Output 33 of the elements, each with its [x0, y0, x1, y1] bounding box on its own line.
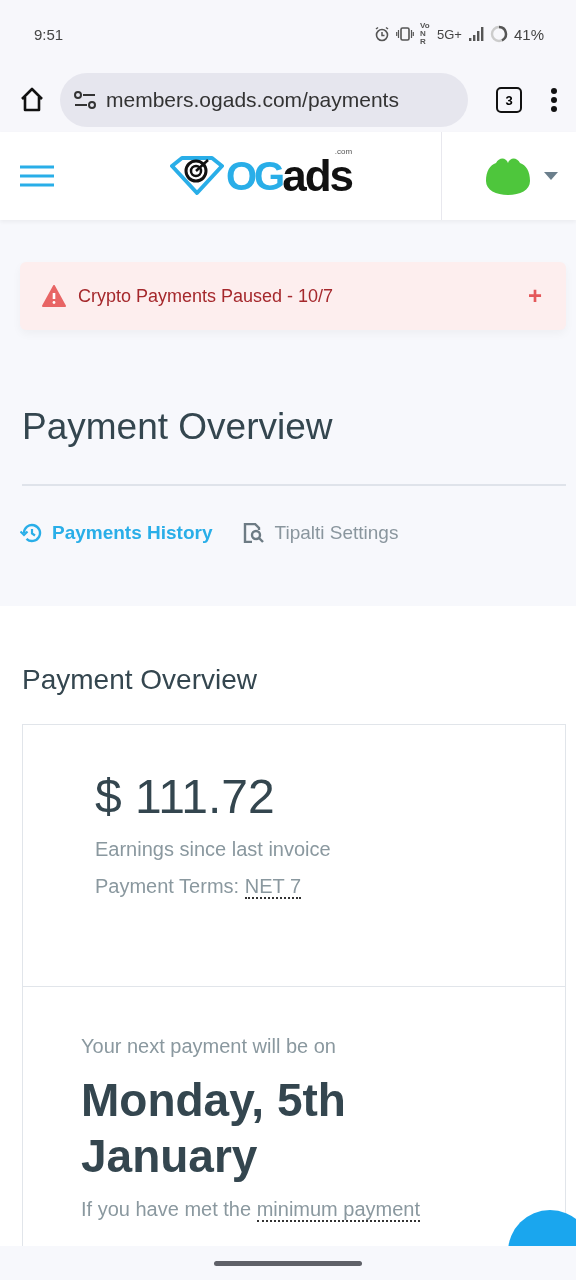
site-settings-icon[interactable] [74, 91, 96, 109]
warning-icon [42, 285, 66, 307]
document-search-icon [242, 523, 265, 543]
signal-icon [467, 27, 484, 41]
network-label: 5G+ [437, 26, 462, 42]
minimum-payment-link[interactable]: minimum payment [256, 1198, 421, 1222]
tab-count[interactable]: 3 [496, 87, 522, 113]
battery-percent: 41% [513, 25, 544, 43]
earnings-caption: Earnings since last invoice [95, 838, 332, 861]
earnings-amount: $ 111.72 [95, 769, 276, 824]
clock-time: 9:51 [34, 25, 64, 43]
caret-icon[interactable] [544, 172, 558, 180]
address-bar[interactable]: members.ogads.com/payments [60, 73, 468, 127]
history-icon [20, 523, 42, 543]
alert-message: Crypto Payments Paused - 10/7 [78, 285, 335, 307]
section-title: Payment Overview [22, 664, 258, 696]
page-tab[interactable]: Payments History [20, 522, 213, 544]
vonr-label: VoNR [420, 22, 431, 46]
alarm-icon [374, 26, 391, 42]
next-payment-label: Your next payment will be on [81, 1035, 337, 1058]
page-title: Payment Overview [22, 406, 566, 486]
more-menu-icon[interactable] [550, 87, 558, 113]
next-payment-date: Monday, 5th January [81, 1073, 347, 1184]
terms-link[interactable]: NET 7 [244, 875, 301, 899]
diamond-target-icon [170, 156, 224, 196]
gesture-handle[interactable] [214, 1261, 362, 1266]
payment-terms: Payment Terms: NET 7 [95, 875, 303, 898]
logo[interactable]: OGads.com [170, 151, 353, 201]
vibrate-icon [396, 27, 415, 41]
page-tab[interactable]: Tipalti Settings [242, 522, 399, 544]
battery-icon [489, 25, 508, 43]
menu-icon[interactable] [20, 165, 54, 187]
expand-toggle[interactable]: + [528, 282, 542, 310]
